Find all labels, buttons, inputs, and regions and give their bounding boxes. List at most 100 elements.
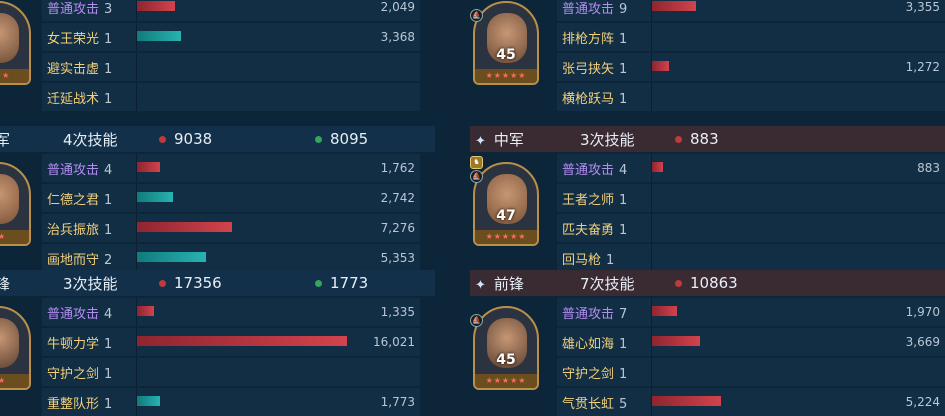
damage-dot-icon [159,135,166,143]
skill-times: 7 [619,306,628,322]
damage-bar [137,162,160,172]
skill-value: 1,272 [905,60,940,74]
sparkle-icon: ✦ [475,133,486,149]
skill-times: 1 [104,61,113,77]
skill-row[interactable]: 女王荣光 1 3,368 [42,23,420,51]
damage-dot-icon [675,279,682,287]
skill-row[interactable]: 普通攻击 3 2,049 [42,0,420,21]
damage-bar [652,396,721,406]
section-header: ✦ 中军 3次技能 883 [470,126,945,152]
skill-row[interactable]: 排枪方阵 1 [557,23,945,51]
general-face-icon [0,174,19,224]
heal-bar [137,396,160,406]
rank-badge-icon: ♞ [470,156,483,169]
skill-name: 重整队形 1 [47,393,112,412]
skill-value: 1,773 [380,395,415,409]
skill-row[interactable]: 王者之师 1 [557,184,945,212]
damage-bar [652,61,669,71]
ship-badge-icon: ⛵ [470,314,483,327]
general-portrait[interactable]: ★★ [0,306,31,390]
skill-times: 4 [104,306,113,322]
skill-name: 女王荣光 1 [47,28,112,47]
skill-name-text: 回马枪 [562,252,602,268]
skill-row[interactable]: 治兵振旅 1 7,276 [42,214,420,242]
skill-name: 普通攻击 4 [562,159,627,178]
skill-row[interactable]: 普通攻击 4 1,335 [42,298,420,326]
skill-row[interactable]: 仁德之君 1 2,742 [42,184,420,212]
skill-row[interactable]: 匹夫奋勇 1 [557,214,945,242]
skill-name-text: 普通攻击 [562,306,615,322]
skill-value: 1,762 [380,161,415,175]
skill-row[interactable]: 普通攻击 7 1,970 [557,298,945,326]
skill-name: 治兵振旅 1 [47,219,112,238]
skill-times: 1 [104,222,113,238]
skill-name-text: 守护之剑 [47,366,100,382]
skill-times: 5 [619,396,628,412]
skill-times: 2 [104,252,113,268]
skill-row[interactable]: 横枪跃马 1 [557,83,945,111]
skill-value: 2,049 [380,0,415,14]
skill-name-text: 张弓挟矢 [562,61,615,77]
bar-track [651,23,945,51]
star-rating: ★★★★★ [475,230,537,244]
skill-count: 4次技能 [63,130,118,149]
skill-row[interactable]: 迁延战术 1 [42,83,420,111]
skill-row[interactable]: 普通攻击 4 1,762 [42,154,420,182]
skill-times: 1 [619,336,628,352]
bar-track [651,184,945,212]
skill-name: 普通攻击 4 [47,303,112,322]
skill-name-text: 横枪跃马 [562,91,615,107]
heal-dot-icon [315,279,322,287]
skill-row[interactable]: 普通攻击 9 3,355 [557,0,945,21]
star-rating: ★★★★★ [475,374,537,388]
skill-row[interactable]: 雄心如海 1 3,669 [557,328,945,356]
heal-bar [137,31,181,41]
skill-value: 883 [917,161,940,175]
general-level: 47 [496,208,516,224]
skill-count: 3次技能 [63,274,118,293]
skill-row[interactable]: 守护之剑 1 [42,358,420,386]
skill-row[interactable]: 气贯长虹 5 5,224 [557,388,945,416]
skill-row[interactable]: 重整队形 1 1,773 [42,388,420,416]
damage-bar [137,336,347,346]
skill-name-text: 普通攻击 [562,1,615,17]
skill-name-text: 王者之师 [562,192,615,208]
heal-value: 8095 [330,130,369,148]
skill-name-text: 普通攻击 [47,306,100,322]
general-portrait[interactable]: ★★ [0,162,31,246]
bar-track [651,358,945,386]
general-portrait[interactable]: ★★★ [0,1,31,85]
skill-name-text: 匹夫奋勇 [562,222,615,238]
skill-times: 1 [606,252,615,268]
position-label: ✦ 中军 [475,129,524,150]
skill-name: 守护之剑 1 [47,363,112,382]
skill-row[interactable]: 避实击虚 1 [42,53,420,81]
damage-bar [652,306,677,316]
section-header: ✦ 前锋 7次技能 10863 [470,270,945,296]
damage-dot-icon [159,279,166,287]
skill-name: 仁德之君 1 [47,189,112,208]
skill-row[interactable]: 画地而守 2 5,353 [42,244,420,272]
skill-row[interactable]: 守护之剑 1 [557,358,945,386]
damage-total: 9038 [159,130,212,148]
damage-bar [137,306,154,316]
skill-times: 1 [619,222,628,238]
skill-row[interactable]: 普通攻击 4 883 [557,154,945,182]
skill-name-text: 普通攻击 [47,162,100,178]
skill-row[interactable]: 回马枪 1 [557,244,945,272]
position-label: 锋 [0,273,10,294]
skill-times: 9 [619,1,628,17]
star-rating: ★★★★★ [475,69,537,83]
skill-name-text: 排枪方阵 [562,31,615,47]
skill-name: 回马枪 1 [562,249,614,268]
skill-row[interactable]: 张弓挟矢 1 1,272 [557,53,945,81]
skill-name-text: 守护之剑 [562,366,615,382]
general-face-icon [0,318,19,368]
skill-count: 3次技能 [580,130,635,149]
skill-name: 普通攻击 9 [562,0,627,17]
skill-value: 5,353 [380,251,415,265]
skill-name: 迁延战术 1 [47,88,112,107]
enemy-panel: 45 ★★★★★ ⛵ 普通攻击 9 3,355 排枪方阵 1 张弓挟矢 1 1,272 横枪跃马 1 ✦ 中… [470,0,945,416]
bar-track [651,214,945,242]
skill-row[interactable]: 牛顿力学 1 16,021 [42,328,420,356]
